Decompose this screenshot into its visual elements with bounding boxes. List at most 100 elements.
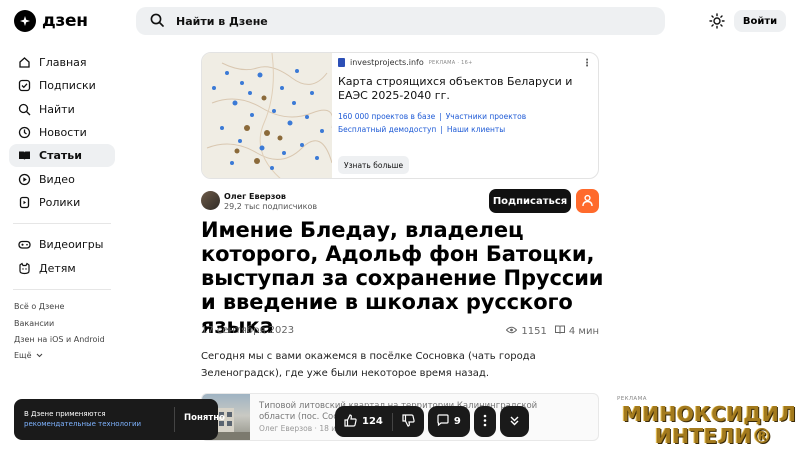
ad-link[interactable]: Бесплатный демодоступ	[338, 125, 436, 134]
search-placeholder: Найти в Дзене	[176, 14, 268, 28]
notify-button[interactable]	[576, 189, 599, 213]
side-ad-subtitle[interactable]: ИНТЕЛИ®	[655, 424, 773, 448]
sidebar-item-label: Ролики	[39, 195, 81, 209]
author-name[interactable]: Олег Еверзов	[224, 192, 286, 201]
sidebar-footer-links: Всё о Дзене Вакансии Дзен на iOS и Andro…	[9, 299, 115, 364]
sidebar-item-label: Главная	[39, 56, 87, 70]
search-input[interactable]: Найти в Дзене	[136, 7, 665, 35]
reactions-group: 124	[335, 406, 424, 437]
sidebar-item-home[interactable]: Главная	[9, 51, 115, 74]
ad-link[interactable]: 160 000 проектов в базе	[338, 112, 435, 121]
ad-banner[interactable]: investprojects.info РЕКЛАМА · 16+ ⋮ Карт…	[201, 52, 599, 179]
views-count: 1151	[521, 325, 547, 337]
sidebar-item-label: Видеоигры	[39, 238, 104, 252]
subscriptions-icon	[17, 79, 31, 93]
user-add-icon	[581, 192, 594, 211]
author-subscribers: 29,2 тыс подписчиков	[224, 202, 318, 211]
like-button[interactable]: 124	[335, 406, 392, 437]
notice-divider	[174, 407, 175, 432]
sidebar-item-videogames[interactable]: Видеоигры	[9, 233, 115, 256]
ad-label: РЕКЛАМА · 16+	[428, 59, 473, 66]
more-vertical-icon	[483, 414, 487, 430]
footer-link-more[interactable]: Ещё	[14, 348, 115, 364]
theme-toggle-icon[interactable]	[707, 11, 727, 31]
login-button[interactable]: Войти	[734, 10, 786, 32]
sidebar: Главная Подписки Найти Новости Статьи Ви…	[9, 51, 115, 364]
comment-icon	[437, 414, 449, 429]
shorts-icon	[17, 195, 31, 209]
sidebar-item-news[interactable]: Новости	[9, 121, 115, 144]
news-icon	[17, 126, 31, 140]
ad-link[interactable]: Наши клиенты	[447, 125, 505, 134]
sidebar-item-label: Новости	[39, 126, 87, 140]
ad-source: investprojects.info РЕКЛАМА · 16+	[338, 58, 592, 67]
sidebar-item-video[interactable]: Видео	[9, 167, 115, 190]
thumbs-down-icon	[402, 413, 415, 430]
video-icon	[17, 172, 31, 186]
logo-text: дзен	[42, 11, 88, 31]
more-options-icon[interactable]: ⋮	[582, 58, 592, 69]
article-stats: 1151 4 мин	[506, 325, 599, 337]
sidebar-item-shorts[interactable]: Ролики	[9, 191, 115, 214]
comments-group: 9	[427, 406, 470, 437]
sidebar-divider	[13, 223, 111, 225]
read-time: 4 мин	[568, 325, 599, 337]
notice-ok-button[interactable]: Понятно	[184, 413, 225, 423]
floating-action-bar: 124 9	[335, 406, 529, 437]
footer-link-label: Вакансии	[14, 318, 55, 328]
footer-link-vacancies[interactable]: Вакансии	[14, 315, 115, 331]
recommendation-tech-link[interactable]: рекомендательные технологии	[24, 419, 141, 429]
article-date: 17 сентября 2023	[201, 325, 295, 336]
article-paragraph: Сегодня мы с вами окажемся в посёлке Сос…	[201, 351, 536, 379]
sidebar-item-label: Видео	[39, 172, 75, 186]
ad-content: investprojects.info РЕКЛАМА · 16+ ⋮ Карт…	[338, 58, 592, 136]
footer-link-label: Всё о Дзене	[14, 302, 65, 312]
thumbs-up-icon	[344, 413, 357, 430]
double-chevron-down-icon	[509, 415, 520, 429]
side-ad-title[interactable]: МИНОКСИДИЛ	[622, 402, 796, 426]
avatar[interactable]	[201, 191, 220, 210]
kids-icon	[17, 261, 31, 275]
sidebar-item-articles[interactable]: Статьи	[9, 144, 115, 168]
article-title: Имение Бледау, владелец которого, Адольф…	[201, 218, 604, 338]
ad-learn-more-button[interactable]: Узнать больше	[338, 156, 410, 174]
more-group	[473, 406, 496, 437]
sidebar-item-label: Найти	[39, 102, 75, 116]
ad-links: 160 000 проектов в базе | Участники проект…	[338, 112, 527, 134]
embedded-article-meta: Олег Еверзов · 18 ию	[259, 424, 343, 433]
more-options-button[interactable]	[474, 406, 496, 437]
advertiser-logo-icon	[338, 58, 345, 67]
next-group	[499, 406, 529, 437]
sidebar-item-label: Подписки	[39, 79, 96, 93]
eye-icon	[506, 326, 518, 337]
chevron-down-icon	[36, 351, 43, 360]
footer-link-apps[interactable]: Дзен на iOS и Android	[14, 331, 115, 347]
comments-button[interactable]: 9	[428, 406, 470, 437]
sidebar-item-search[interactable]: Найти	[9, 98, 115, 121]
ad-title[interactable]: Карта строящихся объектов Беларуси и ЕАЭ…	[338, 75, 592, 103]
scroll-next-button[interactable]	[500, 406, 529, 437]
notice-text: В Дзене применяются рекомендательные тех…	[24, 409, 141, 429]
footer-link-label: Дзен на iOS и Android	[14, 334, 105, 344]
sidebar-item-label: Статьи	[39, 149, 82, 163]
recommendation-notice: В Дзене применяются рекомендательные тех…	[14, 399, 225, 440]
ad-map-image	[202, 53, 334, 178]
likes-count: 124	[362, 416, 383, 427]
search-icon	[17, 102, 31, 116]
footer-link-label: Ещё	[14, 351, 32, 361]
ad-source-name: investprojects.info	[350, 58, 424, 67]
logo[interactable]: дзен	[14, 10, 88, 32]
home-icon	[17, 56, 31, 70]
ad-link[interactable]: Участники проектов	[446, 112, 526, 121]
gamepad-icon	[17, 238, 31, 252]
dislike-button[interactable]	[393, 406, 424, 437]
footer-link-about[interactable]: Всё о Дзене	[14, 299, 115, 315]
sidebar-item-kids[interactable]: Детям	[9, 256, 115, 279]
subscribe-button[interactable]: Подписаться	[489, 189, 571, 213]
sidebar-item-label: Детям	[39, 261, 76, 275]
search-icon	[150, 12, 164, 31]
articles-icon	[17, 149, 31, 163]
sidebar-item-subscriptions[interactable]: Подписки	[9, 74, 115, 97]
comments-count: 9	[453, 416, 461, 427]
book-icon	[554, 325, 565, 337]
